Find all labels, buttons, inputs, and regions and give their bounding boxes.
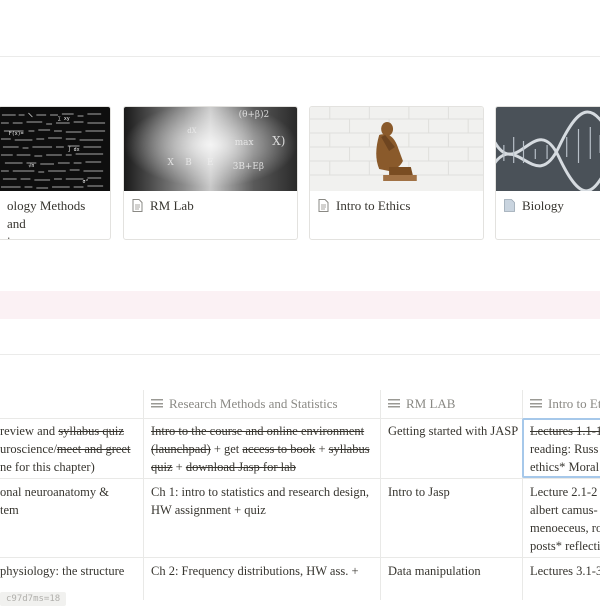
card-title: Intro to Ethics <box>318 197 479 217</box>
table-cell[interactable]: Ch 1: intro to statistics and research d… <box>151 483 375 519</box>
svg-text:√n: √n <box>28 163 34 169</box>
url-tag: c97d7ms=18 <box>0 592 67 606</box>
selected-cell-outline <box>522 418 600 478</box>
svg-text:B: B <box>185 158 192 168</box>
page-icon <box>504 199 515 217</box>
text-property-icon <box>151 399 163 408</box>
section-divider <box>0 354 600 355</box>
svg-text:dX: dX <box>187 127 196 135</box>
table-cell[interactable]: physiology: the structure <box>0 562 140 580</box>
table-cell[interactable]: Ch 2: Frequency distributions, HW ass. + <box>151 562 375 580</box>
table-cell[interactable]: Lectures 3.1-3 <box>530 562 600 580</box>
callout-block <box>0 291 600 319</box>
row-divider <box>0 557 600 558</box>
column-divider <box>380 390 381 600</box>
table-cell[interactable]: onal neuroanatomy & tem <box>0 483 140 519</box>
svg-text:E: E <box>207 158 213 168</box>
formula-blackboard-image: ∑ xy F(x)= ∫ dx √n σ² <box>0 107 110 191</box>
table-cell[interactable]: Getting started with JASP <box>388 422 520 440</box>
table-cell[interactable]: Data manipulation <box>388 562 520 580</box>
text-property-icon <box>388 399 400 408</box>
svg-text:X: X <box>167 158 174 168</box>
card-title: ology Methods andics <box>7 198 86 239</box>
math-formula-image: (θ+β)2 max X) X B E 3B+Eβ dX <box>124 107 297 191</box>
table-cell[interactable]: Intro to the course and online environme… <box>151 422 375 476</box>
column-header-rm-lab[interactable]: RM LAB <box>388 390 518 418</box>
thinker-statue-image <box>310 107 483 191</box>
table-cell[interactable]: Lecture 2.1-2 albert camus- menoeceus, r… <box>530 483 600 555</box>
row-divider <box>0 478 600 479</box>
document-icon <box>318 199 329 217</box>
svg-text:∫ dx: ∫ dx <box>68 146 80 153</box>
svg-text:3B+Eβ: 3B+Eβ <box>233 162 264 172</box>
column-header[interactable] <box>0 390 143 418</box>
dna-helix-image <box>496 107 600 191</box>
svg-text:X): X) <box>272 134 285 148</box>
table-cell[interactable]: review and syllabus quiz uroscience/meet… <box>0 422 140 476</box>
column-header-intro-to-ethics[interactable]: Intro to Ethi <box>530 390 600 418</box>
column-header-research-methods[interactable]: Research Methods and Statistics <box>151 390 376 418</box>
gallery-card-rm-lab[interactable]: (θ+β)2 max X) X B E 3B+Eβ dX RM Lab <box>123 106 298 240</box>
gallery-card-intro-to-ethics[interactable]: Intro to Ethics <box>309 106 484 240</box>
column-divider <box>143 390 144 600</box>
schedule-table: Research Methods and Statistics RM LAB I… <box>0 390 600 600</box>
document-icon <box>132 199 143 217</box>
svg-text:∑ xy: ∑ xy <box>58 116 70 122</box>
card-title: RM Lab <box>132 197 293 217</box>
gallery-card-biology[interactable]: Biology <box>495 106 600 240</box>
row-divider <box>0 418 600 419</box>
card-title: Biology <box>504 197 600 217</box>
svg-text:F(x)=: F(x)= <box>9 131 24 137</box>
top-divider <box>0 56 600 57</box>
svg-text:σ²: σ² <box>82 179 88 185</box>
svg-text:(θ+β)2: (θ+β)2 <box>239 109 270 120</box>
table-cell[interactable]: Intro to Jasp <box>388 483 520 501</box>
gallery-card-research-methods[interactable]: ∑ xy F(x)= ∫ dx √n σ² ology Methods andics <box>0 106 111 240</box>
svg-text:max: max <box>235 138 254 148</box>
text-property-icon <box>530 399 542 408</box>
